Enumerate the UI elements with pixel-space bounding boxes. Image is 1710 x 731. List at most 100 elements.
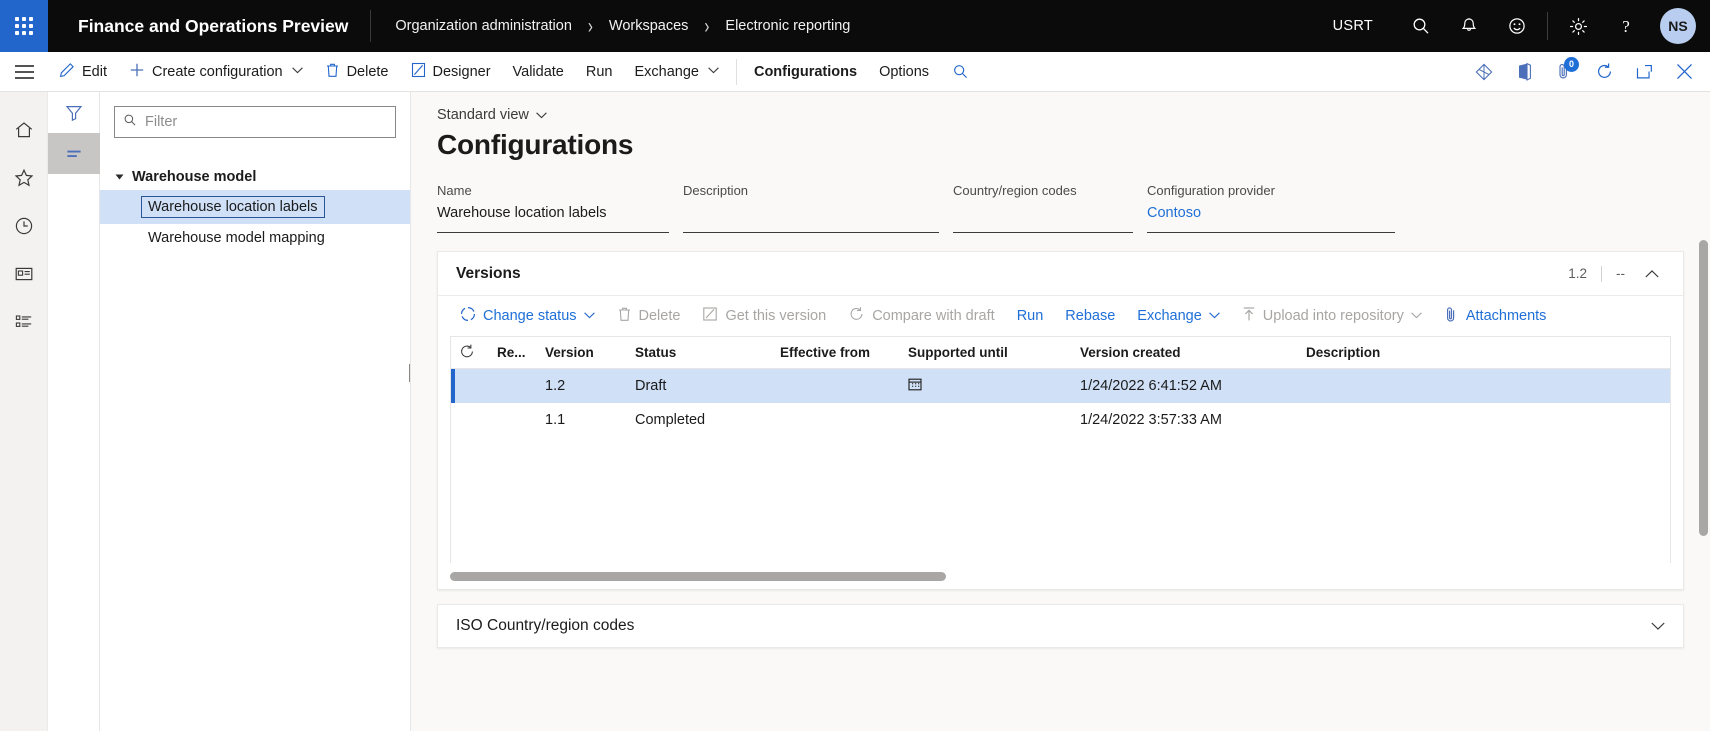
field-name-value[interactable]: Warehouse location labels	[437, 205, 669, 233]
settings-gear-icon[interactable]	[1554, 0, 1602, 52]
breadcrumb-item-2[interactable]: Electronic reporting	[725, 18, 850, 34]
view-selector[interactable]: Standard view	[437, 107, 547, 123]
recent-clock-icon[interactable]	[0, 202, 48, 250]
filter-field[interactable]	[114, 106, 396, 138]
table-row[interactable]: 1.1 Completed 1/24/2022 3:57:33 AM	[451, 403, 1670, 437]
command-bar-right-actions: 0	[1464, 52, 1710, 92]
chevron-down-icon[interactable]	[1651, 617, 1665, 635]
personalize-diamond-icon[interactable]	[1464, 52, 1504, 92]
popout-icon[interactable]	[1624, 52, 1664, 92]
versions-exchange-button[interactable]: Exchange	[1127, 299, 1230, 333]
designer-button[interactable]: Designer	[400, 52, 502, 92]
breadcrumb-item-1[interactable]: Workspaces	[609, 18, 689, 34]
field-name: Name Warehouse location labels	[437, 183, 669, 233]
column-header-version[interactable]: Version	[537, 345, 627, 360]
compare-with-draft-button[interactable]: Compare with draft	[838, 299, 1005, 333]
compare-refresh-icon	[848, 306, 865, 326]
get-this-version-label: Get this version	[725, 308, 827, 324]
tree-item-label: Warehouse location labels	[141, 196, 325, 218]
tab-configurations[interactable]: Configurations	[743, 52, 868, 92]
view-selector-label: Standard view	[437, 107, 529, 123]
left-navigation-rail	[0, 92, 48, 731]
cell-supported-until[interactable]	[900, 377, 1072, 395]
search-icon[interactable]	[1397, 0, 1445, 52]
column-header-status[interactable]: Status	[627, 345, 772, 360]
chevron-down-icon	[583, 311, 595, 322]
main-vertical-scrollbar[interactable]	[1699, 240, 1708, 536]
validate-button[interactable]: Validate	[502, 52, 575, 92]
chevron-up-icon[interactable]	[1639, 266, 1665, 281]
svg-text:?: ?	[1622, 17, 1630, 36]
field-country-region-codes-label: Country/region codes	[953, 183, 1077, 198]
list-lines-icon[interactable]	[47, 133, 100, 174]
help-question-icon[interactable]: ?	[1602, 0, 1650, 52]
column-header-effective-from[interactable]: Effective from	[772, 345, 900, 360]
exchange-button[interactable]: Exchange	[623, 52, 730, 92]
tree-node-warehouse-model[interactable]: Warehouse model	[100, 164, 410, 190]
workspaces-icon[interactable]	[0, 250, 48, 298]
command-bar-search-icon[interactable]	[940, 52, 980, 92]
filter-funnel-icon[interactable]	[48, 92, 100, 133]
versions-delete-button[interactable]: Delete	[607, 299, 691, 333]
navigation-menu-hamburger-icon[interactable]	[0, 52, 48, 92]
breadcrumb-item-0[interactable]: Organization administration	[395, 18, 572, 34]
upload-into-repository-button[interactable]: Upload into repository	[1232, 299, 1432, 333]
office-app-icon[interactable]	[1504, 52, 1544, 92]
iso-section-title: ISO Country/region codes	[456, 617, 635, 634]
plus-icon	[129, 62, 145, 82]
versions-toolbar: Change status Delete Get this version Co…	[438, 296, 1683, 336]
company-selector[interactable]: USRT	[1333, 18, 1373, 34]
versions-delete-label: Delete	[638, 308, 681, 324]
close-icon[interactable]	[1664, 52, 1704, 92]
upload-into-repository-label: Upload into repository	[1262, 308, 1404, 324]
refresh-icon[interactable]	[1584, 52, 1624, 92]
column-header-supported-until[interactable]: Supported until	[900, 345, 1072, 360]
user-avatar[interactable]: NS	[1660, 8, 1696, 44]
tree-item-warehouse-location-labels[interactable]: Warehouse location labels	[100, 190, 410, 224]
expand-triangle-icon[interactable]	[115, 174, 124, 180]
status-circle-icon	[460, 306, 476, 326]
run-button[interactable]: Run	[575, 52, 624, 92]
field-country-region-codes: Country/region codes	[953, 183, 1133, 233]
versions-grid-body: 1.2 Draft 1/24/2022 6:41:52 AM 1.1 Compl…	[451, 369, 1670, 563]
versions-run-button[interactable]: Run	[1007, 299, 1054, 333]
column-header-version-created[interactable]: Version created	[1072, 345, 1298, 360]
cell-status: Completed	[635, 412, 706, 428]
search-icon	[123, 113, 137, 132]
column-header-re[interactable]: Re...	[489, 345, 537, 360]
column-header-description[interactable]: Description	[1298, 345, 1498, 360]
edit-button[interactable]: Edit	[48, 52, 118, 92]
feedback-smiley-icon[interactable]	[1493, 0, 1541, 52]
rebase-button[interactable]: Rebase	[1055, 299, 1125, 333]
table-row[interactable]: 1.2 Draft 1/24/2022 6:41:52 AM	[451, 369, 1670, 403]
tab-configurations-label: Configurations	[753, 63, 858, 80]
delete-button[interactable]: Delete	[314, 52, 400, 92]
field-description-value[interactable]	[683, 205, 939, 233]
grid-refresh-icon[interactable]	[451, 344, 489, 362]
tree-item-warehouse-model-mapping[interactable]: Warehouse model mapping	[100, 224, 410, 252]
chevron-down-icon	[1208, 311, 1220, 322]
favorites-star-icon[interactable]	[0, 154, 48, 202]
field-configuration-provider-value[interactable]: Contoso	[1147, 205, 1395, 233]
iso-country-region-codes-section[interactable]: ISO Country/region codes	[437, 604, 1684, 648]
attachments-icon[interactable]: 0	[1544, 52, 1584, 92]
breadcrumb-separator-0: ›	[587, 14, 593, 38]
run-button-label: Run	[585, 63, 613, 80]
field-country-region-codes-value[interactable]	[953, 205, 1133, 233]
grid-horizontal-scrollbar[interactable]	[450, 563, 1671, 589]
create-configuration-label: Create configuration	[152, 63, 283, 80]
filter-input[interactable]	[145, 114, 387, 130]
modules-list-icon[interactable]	[0, 298, 48, 346]
change-status-button[interactable]: Change status	[450, 299, 605, 333]
create-configuration-button[interactable]: Create configuration	[118, 52, 314, 92]
attachments-button[interactable]: Attachments	[1434, 299, 1557, 333]
notifications-bell-icon[interactable]	[1445, 0, 1493, 52]
attachments-label: Attachments	[1465, 308, 1547, 324]
chevron-down-icon	[291, 66, 303, 77]
home-icon[interactable]	[0, 106, 48, 154]
calendar-icon[interactable]	[908, 378, 922, 395]
get-this-version-button[interactable]: Get this version	[692, 299, 836, 333]
app-launcher-waffle-button[interactable]	[0, 0, 48, 52]
tab-options[interactable]: Options	[868, 52, 940, 92]
grid-horizontal-scroll-thumb[interactable]	[450, 571, 946, 581]
